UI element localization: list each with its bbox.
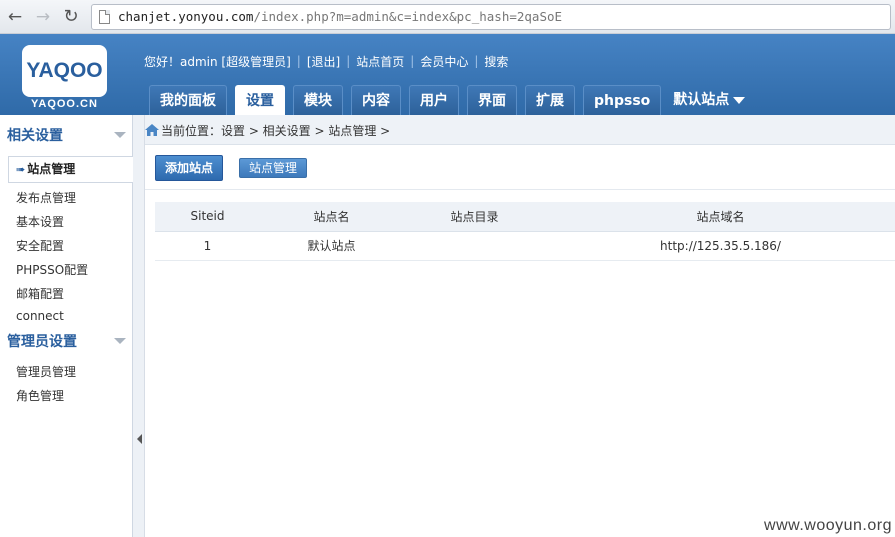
- cell-site-name: 默认站点: [260, 231, 403, 261]
- logo-text: YAQOO: [26, 59, 103, 82]
- tab-users[interactable]: 用户: [409, 85, 459, 115]
- tab-interface[interactable]: 界面: [467, 85, 517, 115]
- breadcrumb: 当前位置：设置 > 相关设置 > 站点管理 >: [145, 115, 895, 145]
- sidebar-group-admin-settings[interactable]: 管理员设置: [0, 327, 133, 353]
- sidebar-item-admin-manage[interactable]: 管理员管理: [16, 363, 76, 380]
- cell-siteid: 1: [155, 231, 260, 261]
- logo-subtitle: YAQOO.CN: [31, 98, 98, 110]
- url-host: chanjet.yonyou.com: [118, 9, 254, 24]
- admin-header: YAQOO YAQOO.CN 您好！admin [超级管理员] | [退出] |…: [0, 34, 895, 115]
- tab-extensions[interactable]: 扩展: [525, 85, 575, 115]
- user-greeting: 您好！admin [超级管理员]: [144, 54, 291, 69]
- main-nav-tabs: 我的面板 设置 模块 内容 用户 界面 扩展 phpsso 默认站点: [149, 84, 757, 115]
- action-bar: 添加站点 站点管理: [155, 155, 308, 181]
- site-table: Siteid 站点名 站点目录 站点域名 1 默认站点 http://125.3…: [155, 202, 895, 261]
- sidebar-item-label: 站点管理: [27, 162, 76, 176]
- logout-link[interactable]: [退出]: [307, 53, 340, 70]
- forward-arrow-icon[interactable]: →: [32, 6, 54, 28]
- table-header-row: Siteid 站点名 站点目录 站点域名: [155, 202, 895, 232]
- member-center-link[interactable]: 会员中心: [420, 53, 468, 70]
- column-header-siteid: Siteid: [155, 202, 260, 232]
- sidebar-group-related-settings[interactable]: 相关设置: [0, 121, 133, 147]
- url-path: /index.php?m=admin&c=index&pc_hash=2qaSo…: [253, 9, 563, 24]
- home-icon: [145, 124, 159, 136]
- sidebar-item-basic-settings[interactable]: 基本设置: [16, 213, 64, 230]
- tab-settings[interactable]: 设置: [235, 85, 285, 115]
- url-text[interactable]: chanjet.yonyou.com/index.php?m=admin&c=i…: [118, 9, 562, 24]
- sidebar-item-phpsso-config[interactable]: PHPSSO配置: [16, 261, 88, 278]
- tab-my-panel[interactable]: 我的面板: [149, 85, 227, 115]
- tab-phpsso[interactable]: phpsso: [583, 85, 662, 115]
- search-link[interactable]: 搜索: [484, 53, 508, 70]
- add-site-button[interactable]: 添加站点: [155, 155, 224, 181]
- reload-icon[interactable]: ↻: [60, 6, 82, 28]
- table-row: 1 默认站点 http://125.35.5.186/: [155, 231, 895, 261]
- collapse-left-icon[interactable]: [137, 434, 142, 444]
- column-header-site-name: 站点名: [260, 202, 403, 232]
- cell-site-domain: http://125.35.5.186/: [546, 231, 895, 261]
- cell-site-dir: [403, 231, 546, 261]
- site-switch-dropdown[interactable]: 默认站点: [669, 85, 749, 115]
- tab-content[interactable]: 内容: [351, 85, 401, 115]
- back-arrow-icon[interactable]: ←: [4, 6, 26, 28]
- divider: [145, 189, 895, 190]
- column-header-site-dir: 站点目录: [403, 202, 546, 232]
- page-icon: [99, 10, 110, 24]
- site-home-link[interactable]: 站点首页: [356, 53, 404, 70]
- logo[interactable]: YAQOO: [22, 45, 107, 97]
- tab-modules[interactable]: 模块: [293, 85, 343, 115]
- collapse-triangle-icon[interactable]: [114, 338, 126, 344]
- main-content: 添加站点 站点管理 Siteid 站点名 站点目录 站点域名 1 默认站点 ht…: [145, 145, 895, 537]
- breadcrumb-text: 当前位置：设置 > 相关设置 > 站点管理 >: [161, 124, 391, 138]
- sidebar-group-title: 管理员设置: [7, 334, 77, 350]
- column-header-site-domain: 站点域名: [546, 202, 895, 232]
- sidebar-item-mail-config[interactable]: 邮箱配置: [16, 285, 64, 302]
- sidebar-item-site-manage[interactable]: ➠ 站点管理: [8, 156, 133, 183]
- caret-down-icon: [733, 96, 746, 104]
- collapse-triangle-icon[interactable]: [114, 132, 126, 138]
- sidebar-group-title: 相关设置: [7, 128, 63, 144]
- arrow-right-icon: ➠: [16, 163, 26, 176]
- watermark: www.wooyun.org: [764, 517, 892, 534]
- address-bar[interactable]: chanjet.yonyou.com/index.php?m=admin&c=i…: [91, 4, 891, 30]
- top-info-bar: 您好！admin [超级管理员] | [退出] | 站点首页 | 会员中心 | …: [144, 53, 509, 70]
- site-switch-label: 默认站点: [673, 92, 730, 108]
- sidebar-item-connect[interactable]: connect: [16, 309, 64, 323]
- browser-toolbar: ← → ↻ chanjet.yonyou.com/index.php?m=adm…: [0, 0, 895, 34]
- sidebar-splitter[interactable]: [133, 115, 145, 537]
- site-manage-button[interactable]: 站点管理: [239, 158, 308, 178]
- sidebar-item-security[interactable]: 安全配置: [16, 237, 64, 254]
- sidebar-item-publish-point[interactable]: 发布点管理: [16, 189, 76, 206]
- sidebar-item-role-manage[interactable]: 角色管理: [16, 387, 64, 404]
